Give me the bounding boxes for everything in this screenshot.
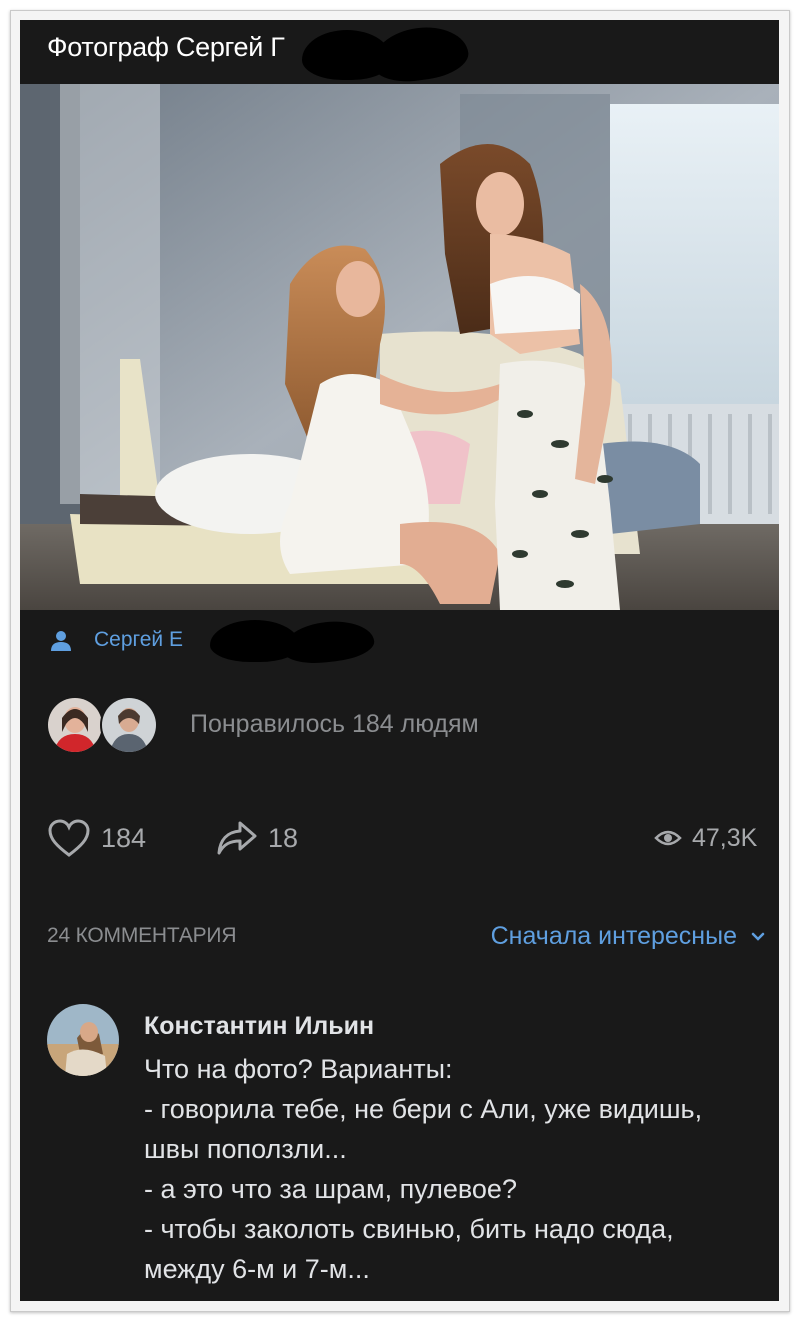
author-name[interactable]: Сергей Е bbox=[94, 628, 183, 652]
comment-text-line: швы поползли... bbox=[144, 1134, 347, 1164]
comment-item: Константин Ильин Что на фото? Варианты: … bbox=[20, 1000, 779, 1300]
like-button[interactable]: 184 bbox=[47, 816, 146, 860]
user-icon bbox=[51, 631, 71, 651]
comment-author-avatar[interactable] bbox=[47, 1004, 119, 1076]
post-photo[interactable] bbox=[20, 84, 779, 610]
comment-text-line: - говорила тебе, не бери с Али, уже види… bbox=[144, 1094, 703, 1124]
post-actions: 184 18 47,3K bbox=[20, 816, 779, 864]
comment-text-line: - чтобы заколоть свинью, бить надо сюда, bbox=[144, 1214, 674, 1244]
comment-body: Константин Ильин Что на фото? Варианты: … bbox=[144, 1012, 764, 1289]
share-count: 18 bbox=[268, 822, 299, 853]
comment-author-name[interactable]: Константин Ильин bbox=[144, 1012, 764, 1041]
liker-avatar[interactable] bbox=[46, 696, 104, 754]
share-icon bbox=[217, 821, 257, 855]
heart-icon bbox=[48, 819, 90, 857]
post-screen: Фотограф Сергей Г Сергей Е Понравилось 1… bbox=[20, 20, 779, 1301]
like-count: 184 bbox=[101, 822, 147, 853]
post-header: Фотограф Сергей Г bbox=[20, 20, 779, 87]
chevron-down-icon bbox=[751, 932, 765, 941]
redaction-mark bbox=[368, 21, 472, 87]
comments-count: 24 КОММЕНТАРИЯ bbox=[47, 924, 237, 947]
eye-icon bbox=[654, 830, 682, 846]
sort-label: Сначала интересные bbox=[490, 922, 737, 950]
share-button[interactable]: 18 bbox=[216, 816, 298, 860]
comment-text-line: Что на фото? Варианты: bbox=[144, 1054, 453, 1084]
views-count: 47,3K bbox=[692, 823, 758, 852]
sort-dropdown[interactable]: Сначала интересные bbox=[491, 922, 765, 951]
redaction-mark bbox=[280, 617, 376, 667]
comment-text-line: - а это что за шрам, пулевое? bbox=[144, 1174, 517, 1204]
post-title[interactable]: Фотограф Сергей Г bbox=[47, 32, 285, 63]
comment-text-line: между 6-м и 7-м... bbox=[144, 1254, 370, 1284]
liker-avatar[interactable] bbox=[100, 696, 158, 754]
comments-header: 24 КОММЕНТАРИЯ Сначала интересные bbox=[20, 920, 779, 960]
views-counter: 47,3K bbox=[654, 816, 757, 860]
likes-summary[interactable]: Понравилось 184 людям bbox=[46, 696, 646, 756]
likes-text[interactable]: Понравилось 184 людям bbox=[190, 710, 479, 739]
